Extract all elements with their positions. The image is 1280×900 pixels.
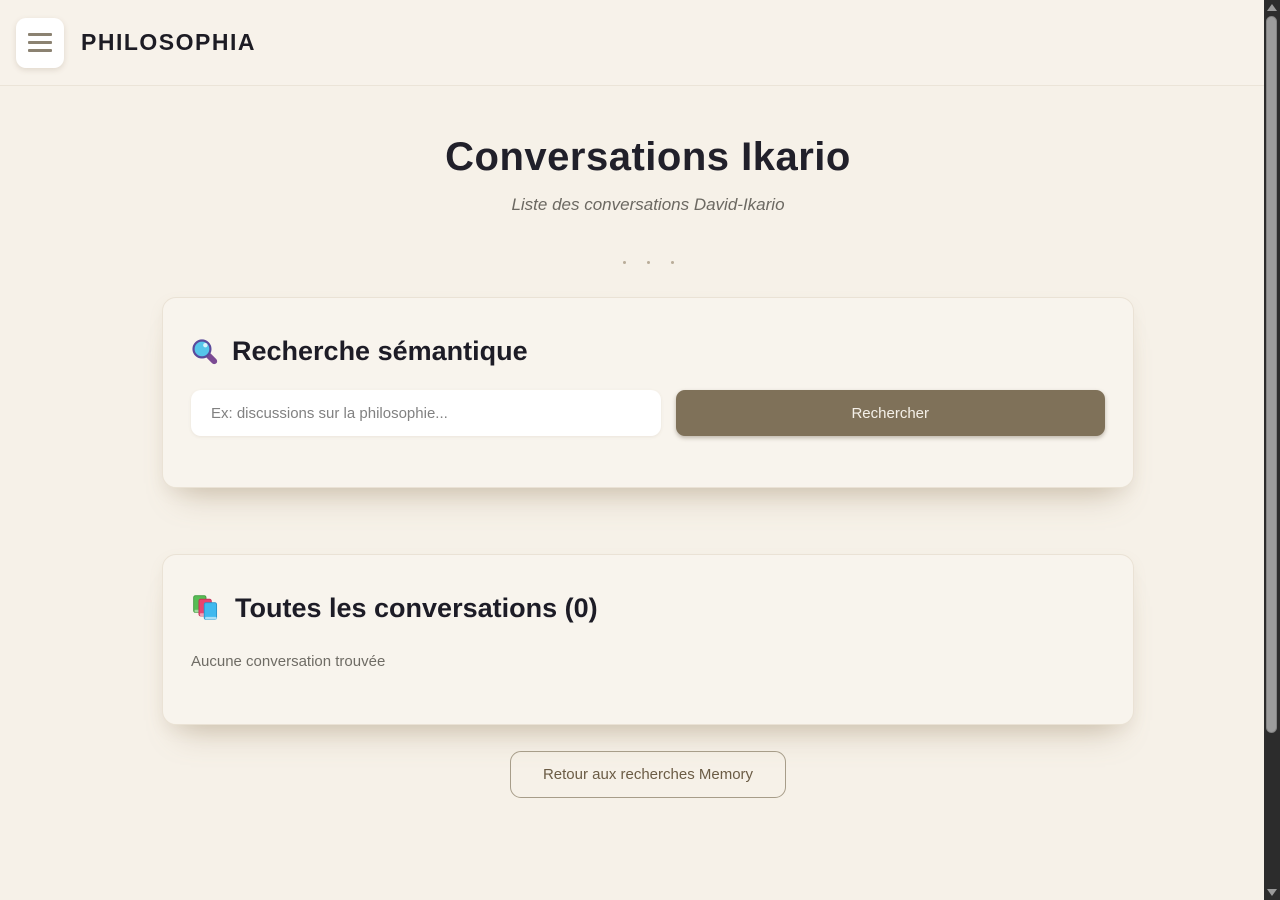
search-card-title-text: Recherche sémantique	[232, 332, 528, 370]
search-button[interactable]: Rechercher	[676, 390, 1106, 436]
conversations-card: Toutes les conversations (0) Aucune conv…	[162, 554, 1134, 725]
dots-divider	[162, 261, 1134, 264]
scrollbar[interactable]	[1264, 0, 1280, 900]
books-icon	[191, 593, 221, 623]
hamburger-icon	[28, 33, 52, 36]
back-to-memory-button[interactable]: Retour aux recherches Memory	[510, 751, 786, 798]
footer-row: Retour aux recherches Memory	[162, 751, 1134, 798]
conversations-card-title: Toutes les conversations (0)	[191, 589, 1105, 627]
empty-message: Aucune conversation trouvée	[191, 653, 1105, 670]
main-content: Conversations Ikario Liste des conversat…	[162, 87, 1134, 798]
page-title: Conversations Ikario	[162, 135, 1134, 180]
conversations-card-title-text: Toutes les conversations (0)	[235, 589, 598, 627]
search-row: Rechercher	[191, 390, 1105, 436]
browser-viewport: PHILOSOPHIA Conversations Ikario Liste d…	[0, 0, 1264, 900]
scrollbar-down-arrow-icon[interactable]	[1267, 889, 1277, 896]
scrollbar-thumb[interactable]	[1266, 16, 1277, 733]
page-subtitle: Liste des conversations David-Ikario	[162, 195, 1134, 215]
semantic-search-card: Recherche sémantique Rechercher	[162, 297, 1134, 488]
magnifier-icon	[191, 338, 218, 365]
menu-button[interactable]	[16, 18, 64, 68]
app-header: PHILOSOPHIA	[0, 0, 1264, 86]
search-input[interactable]	[191, 390, 661, 436]
search-card-title: Recherche sémantique	[191, 332, 1105, 370]
brand-title: PHILOSOPHIA	[81, 29, 256, 56]
scrollbar-up-arrow-icon[interactable]	[1267, 4, 1277, 11]
